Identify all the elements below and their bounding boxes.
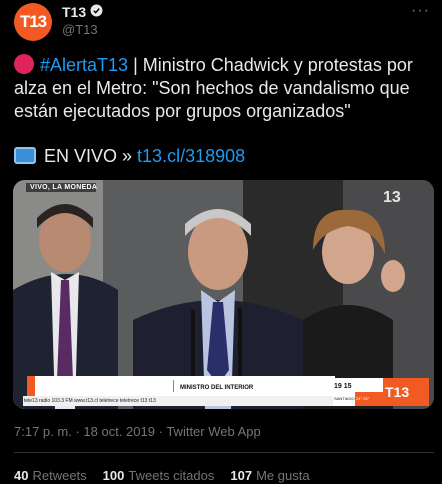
- tweet-text: #AlertaT13 | Ministro Chadwick y protest…: [14, 54, 434, 123]
- meta-separator: ·: [75, 424, 80, 439]
- retweets-label: Retweets: [32, 468, 87, 483]
- tweet-link[interactable]: t13.cl/318908: [137, 146, 245, 166]
- account-handle[interactable]: @T13: [62, 22, 98, 37]
- channel-watermark: 13: [383, 189, 401, 206]
- quotes-count: 100: [102, 468, 125, 483]
- video-thumbnail[interactable]: [13, 180, 434, 409]
- quotes-stat[interactable]: 100 Tweets citados: [103, 468, 215, 483]
- lower-third-name: ANDRÉS CHADWICK: [46, 381, 167, 395]
- video-frame: [13, 180, 434, 409]
- more-options-icon[interactable]: ···: [411, 2, 430, 20]
- avatar[interactable]: T13: [14, 3, 52, 41]
- red-circle-icon: [14, 54, 34, 74]
- broadcast-clock: 19 15: [334, 383, 352, 390]
- likes-label: Me gusta: [256, 468, 310, 483]
- account-name[interactable]: T13: [62, 4, 86, 20]
- hashtag-link[interactable]: #AlertaT13: [40, 55, 128, 75]
- tv-icon: [14, 147, 36, 164]
- tweet-meta: 7:17 p. m. · 18 oct. 2019 · Twitter Web …: [14, 424, 261, 439]
- quotes-label: Tweets citados: [128, 468, 215, 483]
- lower-third-ticker: tele13 radio 103.3 FM www.t13.cl teletre…: [24, 398, 156, 404]
- lower-third-role: MINISTRO DEL INTERIOR: [180, 385, 254, 391]
- live-location-tag: VIVO, LA MONEDA: [30, 184, 98, 191]
- retweets-count: 40: [14, 468, 29, 483]
- broadcast-city: SANTIAGO: [334, 396, 355, 401]
- verified-badge-icon: [90, 4, 103, 17]
- likes-count: 107: [230, 468, 253, 483]
- tweet-header: T13 T13 @T13 ···: [0, 0, 442, 44]
- tweet-time[interactable]: 7:17 p. m.: [14, 424, 72, 439]
- tweet-source[interactable]: Twitter Web App: [166, 424, 260, 439]
- likes-stat[interactable]: 107 Me gusta: [230, 468, 309, 483]
- retweets-stat[interactable]: 40 Retweets: [14, 468, 87, 483]
- tweet-stats: 40 Retweets 100 Tweets citados 107 Me gusta: [14, 468, 310, 483]
- tweet-date[interactable]: 18 oct. 2019: [83, 424, 155, 439]
- broadcast-temperature: 24° 25°: [356, 396, 370, 401]
- meta-separator: ·: [158, 424, 163, 439]
- divider: [14, 452, 434, 453]
- channel-logo: T13: [385, 384, 410, 400]
- live-line: EN VIVO » t13.cl/318908: [14, 146, 245, 167]
- live-label: EN VIVO »: [44, 146, 133, 166]
